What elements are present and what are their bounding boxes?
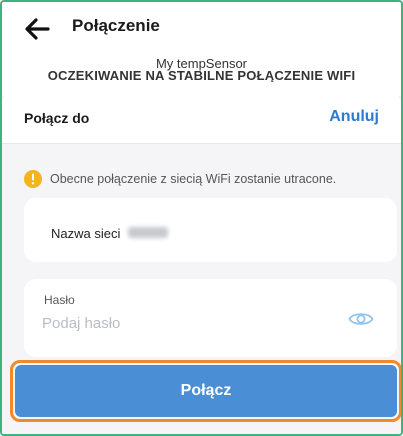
password-card: Hasło [24, 279, 397, 357]
warning-icon [24, 170, 42, 188]
password-label: Hasło [44, 293, 75, 307]
cancel-button[interactable]: Anuluj [329, 108, 379, 126]
arrow-left-icon[interactable] [24, 16, 50, 42]
warning-message: Obecne połączenie z siecią WiFi zostanie… [24, 170, 336, 188]
connection-status: OCZEKIWANIE NA STABILNE POŁĄCZENIE WIFI [2, 71, 401, 82]
connect-button-highlight: Połącz [10, 360, 401, 422]
warning-text: Obecne połączenie z siecią WiFi zostanie… [50, 172, 337, 186]
top-header: Połączenie My tempSensor OCZEKIWANIE NA … [2, 2, 401, 96]
sheet-header: Połącz do Anuluj [2, 92, 401, 144]
device-name: My tempSensor [155, 56, 248, 71]
connection-status-text: OCZEKIWANIE NA STABILNE POŁĄCZENIE WIFI [47, 71, 356, 82]
network-name-redacted [128, 227, 168, 238]
password-input[interactable] [42, 312, 322, 334]
network-card: Nazwa sieci [24, 198, 397, 262]
app-screen: Połączenie My tempSensor OCZEKIWANIE NA … [0, 0, 403, 436]
page-title: Połączenie [72, 16, 160, 35]
connect-button[interactable]: Połącz [15, 365, 397, 417]
eye-icon[interactable] [348, 310, 374, 328]
connect-sheet: Połącz do Anuluj Obecne połączenie z sie… [2, 92, 401, 434]
network-name-label: Nazwa sieci [51, 226, 121, 241]
sheet-title: Połącz do [24, 110, 90, 126]
